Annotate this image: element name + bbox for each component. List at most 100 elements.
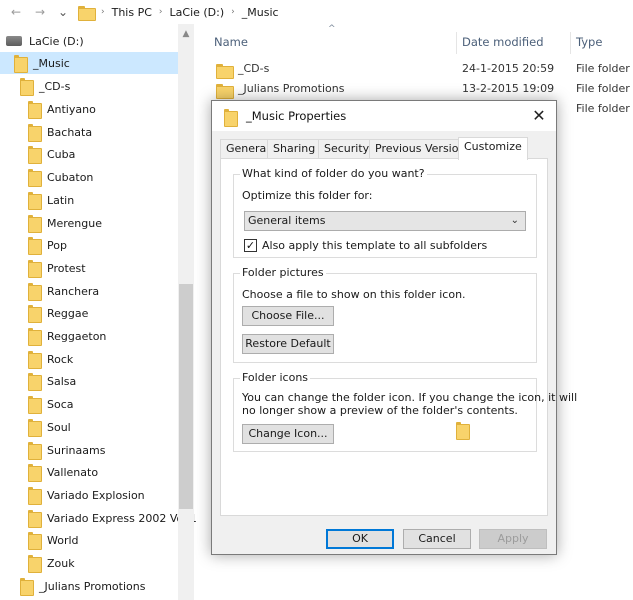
column-header-name[interactable]: Name — [214, 32, 248, 52]
tree-item[interactable]: Soul — [28, 416, 71, 438]
chevron-down-icon: ⌄ — [510, 215, 519, 226]
column-header-type[interactable]: Type — [576, 32, 602, 52]
tree-item[interactable]: Soca — [28, 393, 74, 415]
tree-item-label: Bachata — [47, 125, 93, 139]
tree-item-drive[interactable]: LaCie (D:) — [6, 30, 84, 52]
close-icon[interactable]: ✕ — [522, 101, 556, 131]
folder-icon — [28, 373, 42, 391]
tree-item[interactable]: Cuba — [28, 143, 75, 165]
tree-item[interactable]: Reggaeton — [28, 325, 106, 347]
tree-item[interactable]: World — [28, 529, 79, 551]
tree-item[interactable]: Zouk — [28, 552, 75, 574]
tree-item[interactable]: Protest — [28, 257, 86, 279]
tree-item[interactable]: Antiyano — [28, 98, 96, 120]
folder-preview-icon — [456, 422, 470, 444]
tree-item-label: _CD-s — [39, 79, 71, 93]
drive-icon — [6, 36, 22, 46]
tree-item[interactable]: Bachata — [28, 121, 92, 143]
group-legend: Folder pictures — [240, 266, 326, 279]
file-name: _CD-s — [238, 62, 270, 75]
column-header-date[interactable]: Date modified — [462, 32, 544, 52]
apply-button[interactable]: Apply — [479, 529, 547, 549]
folder-icon — [216, 63, 234, 79]
tree-item-label: Reggae — [47, 306, 89, 320]
file-type: File folder — [576, 102, 630, 115]
breadcrumb-separator-icon[interactable]: › — [159, 7, 163, 17]
tree-item-cds[interactable]: _CD-s — [20, 75, 70, 97]
optimize-label: Optimize this folder for: — [242, 189, 373, 202]
folder-icon — [20, 578, 34, 596]
checkbox-label[interactable]: Also apply this template to all subfolde… — [262, 239, 487, 252]
breadcrumb-lacie[interactable]: LaCie (D:) — [170, 6, 225, 19]
forward-arrow-icon[interactable]: → — [32, 4, 48, 20]
tree-item[interactable]: Ranchera — [28, 280, 99, 302]
folder-icon — [78, 5, 96, 21]
up-arrow-icon[interactable] — [56, 4, 72, 20]
folder-icon — [28, 283, 42, 301]
tree-item-label: Soca — [47, 397, 74, 411]
folder-icon — [28, 237, 42, 255]
folder-icon — [28, 442, 42, 460]
tree-item-label: Cuba — [47, 147, 76, 161]
tree-item-label: Variado Express 2002 Vol.1 — [47, 511, 197, 525]
folder-icon — [20, 78, 34, 96]
tree-item-label: _Julians Promotions — [39, 579, 146, 593]
breadcrumb[interactable]: › This PC › LaCie (D:) › _Music — [78, 0, 279, 24]
tree-item[interactable]: Rock — [28, 348, 73, 370]
tree-item-julians[interactable]: _Julians Promotions — [20, 575, 145, 597]
folder-icon — [28, 419, 42, 437]
tree-item-label: Pop — [47, 238, 67, 252]
change-icon-button[interactable]: Change Icon... — [242, 424, 334, 444]
tree-item[interactable]: Pop — [28, 234, 67, 256]
tab-customize[interactable]: Customize — [458, 137, 528, 160]
tree-item[interactable]: Vallenato — [28, 461, 98, 483]
column-divider[interactable] — [570, 32, 571, 54]
file-date: 13-2-2015 19:09 — [462, 82, 555, 95]
cancel-button[interactable]: Cancel — [403, 529, 471, 549]
tree-item-label: _Music — [33, 56, 70, 70]
file-date: 24-1-2015 20:59 — [462, 62, 555, 75]
scrollbar-thumb[interactable] — [179, 284, 193, 509]
file-type: File folder — [576, 62, 630, 75]
tree-item[interactable]: Salsa — [28, 370, 76, 392]
folder-icon — [28, 124, 42, 142]
tab-sharing[interactable]: Sharing — [267, 139, 322, 159]
choose-file-button[interactable]: Choose File... — [242, 306, 334, 326]
tree-item-label: Latin — [47, 193, 75, 207]
restore-default-button[interactable]: Restore Default — [242, 334, 334, 354]
tree-item-label: Soul — [47, 420, 71, 434]
tree-item[interactable]: Surinaams — [28, 439, 105, 461]
folder-icon — [28, 215, 42, 233]
dialog-title: _Music Properties — [246, 109, 347, 123]
tree-item[interactable]: Latin — [28, 189, 74, 211]
breadcrumb-this-pc[interactable]: This PC — [112, 6, 152, 19]
tree-item-music[interactable]: _Music — [0, 52, 178, 74]
dialog-titlebar[interactable]: _Music Properties ✕ — [212, 101, 556, 131]
breadcrumb-music[interactable]: _Music — [242, 6, 279, 19]
breadcrumb-separator-icon[interactable]: › — [101, 7, 105, 17]
folder-icon — [28, 328, 42, 346]
tab-security[interactable]: Security — [318, 139, 376, 159]
breadcrumb-separator-icon[interactable]: › — [231, 7, 235, 17]
apply-subfolders-checkbox[interactable]: ✓ — [244, 239, 257, 252]
folder-icon — [28, 510, 42, 528]
tree-item[interactable]: Reggae — [28, 302, 88, 324]
optimize-select[interactable]: General items ⌄ — [244, 211, 526, 231]
folder-icons-group: Folder icons You can change the folder i… — [233, 371, 577, 452]
tree-item[interactable]: Variado Explosion — [28, 484, 145, 506]
tree-item[interactable]: Cubaton — [28, 166, 93, 188]
tree-scrollbar[interactable]: ▲ — [178, 24, 194, 600]
tree-item-label: Cubaton — [47, 170, 94, 184]
tree-item[interactable]: Merengue — [28, 212, 102, 234]
ok-button[interactable]: OK — [326, 529, 394, 549]
tree-item[interactable]: Variado Express 2002 Vol.1 — [28, 507, 197, 529]
scroll-up-icon[interactable]: ▲ — [178, 26, 194, 42]
folder-icon — [28, 260, 42, 278]
back-arrow-icon[interactable]: ← — [8, 4, 24, 20]
folder-icon — [216, 83, 234, 99]
table-row[interactable]: _CD-s 24-1-2015 20:59 File folder — [216, 60, 630, 80]
tree-item-label: Merengue — [47, 216, 102, 230]
column-divider[interactable] — [456, 32, 457, 54]
table-row[interactable]: _Julians Promotions 13-2-2015 19:09 File… — [216, 80, 630, 100]
folder-pictures-group: Folder pictures Choose a file to show on… — [233, 266, 537, 363]
